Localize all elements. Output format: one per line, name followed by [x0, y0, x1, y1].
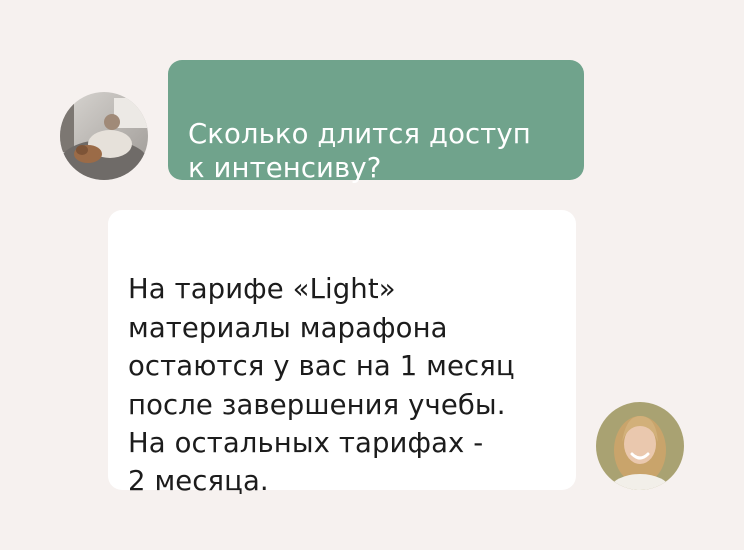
user-photo-icon — [60, 92, 148, 180]
support-avatar — [596, 402, 684, 490]
support-message-bubble: На тарифе «Light» материалы марафона ост… — [108, 210, 576, 497]
user-message-text: Сколько длится доступ к интенсиву? — [188, 118, 531, 184]
user-avatar — [60, 92, 148, 180]
user-message-bubble: Сколько длится доступ к интенсиву? — [168, 60, 584, 184]
support-photo-icon — [596, 402, 684, 490]
support-message-text: На тарифе «Light» материалы марафона ост… — [128, 273, 515, 498]
